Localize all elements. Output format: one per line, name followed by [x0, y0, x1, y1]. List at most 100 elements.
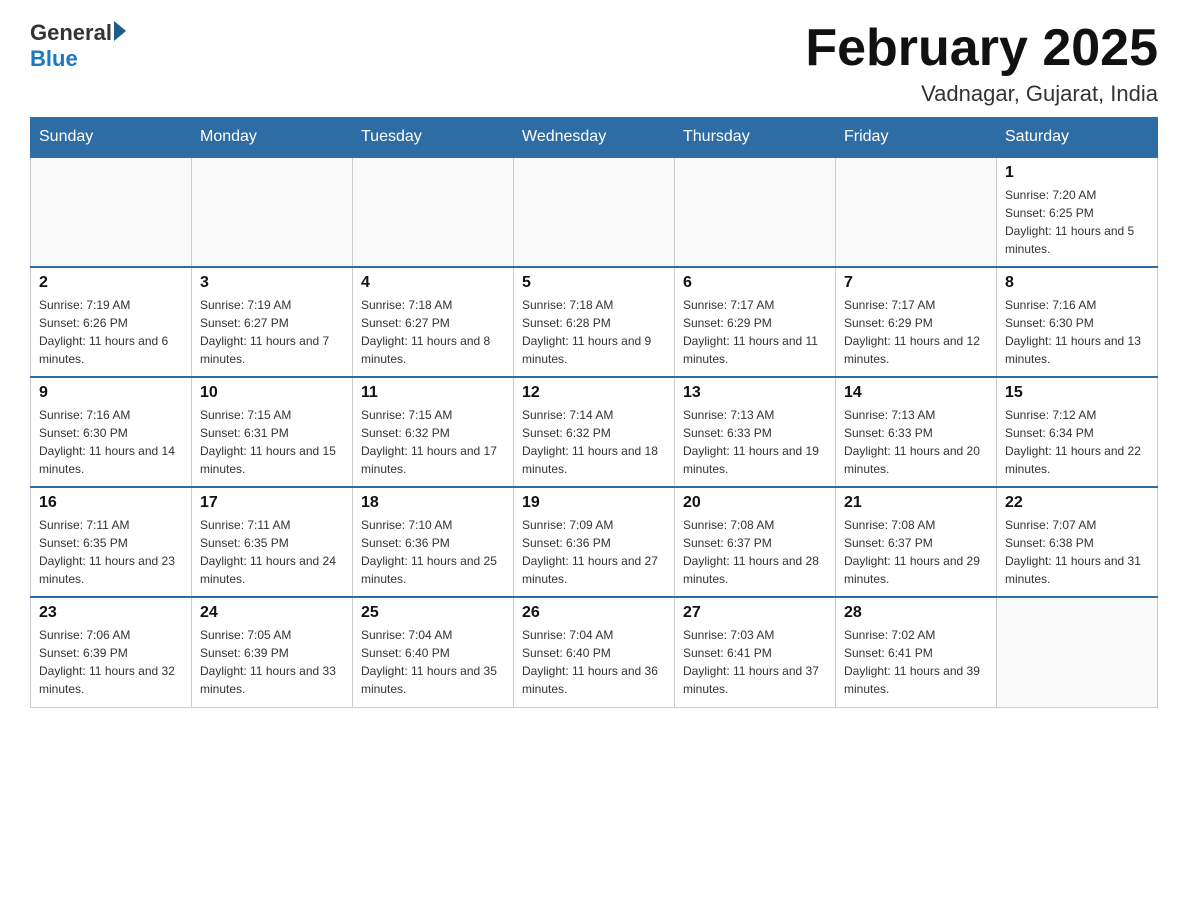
table-row: [514, 157, 675, 267]
table-row: 15 Sunrise: 7:12 AMSunset: 6:34 PMDayligh…: [997, 377, 1158, 487]
day-info: Sunrise: 7:19 AMSunset: 6:27 PMDaylight:…: [200, 298, 329, 366]
day-info: Sunrise: 7:04 AMSunset: 6:40 PMDaylight:…: [361, 628, 497, 696]
logo-text-general: General: [30, 20, 112, 46]
day-info: Sunrise: 7:13 AMSunset: 6:33 PMDaylight:…: [844, 408, 980, 476]
day-info: Sunrise: 7:09 AMSunset: 6:36 PMDaylight:…: [522, 518, 658, 586]
month-title: February 2025: [805, 20, 1158, 77]
day-info: Sunrise: 7:18 AMSunset: 6:27 PMDaylight:…: [361, 298, 490, 366]
table-row: 4 Sunrise: 7:18 AMSunset: 6:27 PMDaylight…: [353, 267, 514, 377]
table-row: 13 Sunrise: 7:13 AMSunset: 6:33 PMDayligh…: [675, 377, 836, 487]
day-number: 12: [522, 384, 666, 402]
day-info: Sunrise: 7:12 AMSunset: 6:34 PMDaylight:…: [1005, 408, 1141, 476]
day-info: Sunrise: 7:16 AMSunset: 6:30 PMDaylight:…: [39, 408, 175, 476]
day-number: 24: [200, 604, 344, 622]
header-friday: Friday: [836, 118, 997, 158]
day-info: Sunrise: 7:06 AMSunset: 6:39 PMDaylight:…: [39, 628, 175, 696]
table-row: [997, 597, 1158, 707]
location-subtitle: Vadnagar, Gujarat, India: [805, 81, 1158, 107]
day-info: Sunrise: 7:17 AMSunset: 6:29 PMDaylight:…: [683, 298, 818, 366]
day-number: 4: [361, 274, 505, 292]
table-row: 10 Sunrise: 7:15 AMSunset: 6:31 PMDayligh…: [192, 377, 353, 487]
day-number: 23: [39, 604, 183, 622]
day-info: Sunrise: 7:15 AMSunset: 6:31 PMDaylight:…: [200, 408, 336, 476]
header-wednesday: Wednesday: [514, 118, 675, 158]
day-number: 26: [522, 604, 666, 622]
day-number: 15: [1005, 384, 1149, 402]
table-row: [675, 157, 836, 267]
day-number: 7: [844, 274, 988, 292]
day-info: Sunrise: 7:13 AMSunset: 6:33 PMDaylight:…: [683, 408, 819, 476]
calendar-week-5: 23 Sunrise: 7:06 AMSunset: 6:39 PMDayligh…: [31, 597, 1158, 707]
page-header: General Blue February 2025 Vadnagar, Guj…: [30, 20, 1158, 107]
header-saturday: Saturday: [997, 118, 1158, 158]
calendar-week-3: 9 Sunrise: 7:16 AMSunset: 6:30 PMDaylight…: [31, 377, 1158, 487]
day-number: 5: [522, 274, 666, 292]
day-info: Sunrise: 7:20 AMSunset: 6:25 PMDaylight:…: [1005, 188, 1134, 256]
day-number: 2: [39, 274, 183, 292]
day-number: 16: [39, 494, 183, 512]
day-number: 13: [683, 384, 827, 402]
day-info: Sunrise: 7:19 AMSunset: 6:26 PMDaylight:…: [39, 298, 168, 366]
day-info: Sunrise: 7:07 AMSunset: 6:38 PMDaylight:…: [1005, 518, 1141, 586]
table-row: 5 Sunrise: 7:18 AMSunset: 6:28 PMDaylight…: [514, 267, 675, 377]
day-number: 22: [1005, 494, 1149, 512]
day-info: Sunrise: 7:10 AMSunset: 6:36 PMDaylight:…: [361, 518, 497, 586]
table-row: 9 Sunrise: 7:16 AMSunset: 6:30 PMDaylight…: [31, 377, 192, 487]
table-row: 11 Sunrise: 7:15 AMSunset: 6:32 PMDayligh…: [353, 377, 514, 487]
day-number: 3: [200, 274, 344, 292]
table-row: 6 Sunrise: 7:17 AMSunset: 6:29 PMDaylight…: [675, 267, 836, 377]
day-number: 10: [200, 384, 344, 402]
calendar-week-4: 16Sunrise: 7:11 AMSunset: 6:35 PMDayligh…: [31, 487, 1158, 597]
day-number: 27: [683, 604, 827, 622]
header-thursday: Thursday: [675, 118, 836, 158]
table-row: 27Sunrise: 7:03 AMSunset: 6:41 PMDayligh…: [675, 597, 836, 707]
table-row: 16Sunrise: 7:11 AMSunset: 6:35 PMDayligh…: [31, 487, 192, 597]
table-row: 3 Sunrise: 7:19 AMSunset: 6:27 PMDaylight…: [192, 267, 353, 377]
title-section: February 2025 Vadnagar, Gujarat, India: [805, 20, 1158, 107]
table-row: 19 Sunrise: 7:09 AMSunset: 6:36 PMDayligh…: [514, 487, 675, 597]
table-row: 12 Sunrise: 7:14 AMSunset: 6:32 PMDayligh…: [514, 377, 675, 487]
day-info: Sunrise: 7:18 AMSunset: 6:28 PMDaylight:…: [522, 298, 651, 366]
header-monday: Monday: [192, 118, 353, 158]
day-number: 9: [39, 384, 183, 402]
table-row: [192, 157, 353, 267]
table-row: 23 Sunrise: 7:06 AMSunset: 6:39 PMDayligh…: [31, 597, 192, 707]
header-sunday: Sunday: [31, 118, 192, 158]
table-row: 20Sunrise: 7:08 AMSunset: 6:37 PMDayligh…: [675, 487, 836, 597]
day-number: 1: [1005, 164, 1149, 182]
day-info: Sunrise: 7:14 AMSunset: 6:32 PMDaylight:…: [522, 408, 658, 476]
table-row: [836, 157, 997, 267]
calendar-week-2: 2 Sunrise: 7:19 AMSunset: 6:26 PMDaylight…: [31, 267, 1158, 377]
table-row: 18 Sunrise: 7:10 AMSunset: 6:36 PMDayligh…: [353, 487, 514, 597]
day-number: 11: [361, 384, 505, 402]
table-row: 24Sunrise: 7:05 AMSunset: 6:39 PMDayligh…: [192, 597, 353, 707]
day-number: 14: [844, 384, 988, 402]
logo-text-blue: Blue: [30, 46, 78, 72]
day-number: 25: [361, 604, 505, 622]
day-number: 28: [844, 604, 988, 622]
day-number: 18: [361, 494, 505, 512]
logo-arrow-icon: [114, 21, 126, 41]
day-number: 19: [522, 494, 666, 512]
table-row: 25 Sunrise: 7:04 AMSunset: 6:40 PMDayligh…: [353, 597, 514, 707]
table-row: 7 Sunrise: 7:17 AMSunset: 6:29 PMDaylight…: [836, 267, 997, 377]
table-row: 1 Sunrise: 7:20 AMSunset: 6:25 PMDaylight…: [997, 157, 1158, 267]
table-row: 14 Sunrise: 7:13 AMSunset: 6:33 PMDayligh…: [836, 377, 997, 487]
table-row: [353, 157, 514, 267]
table-row: 28 Sunrise: 7:02 AMSunset: 6:41 PMDayligh…: [836, 597, 997, 707]
calendar-table: Sunday Monday Tuesday Wednesday Thursday…: [30, 117, 1158, 708]
table-row: [31, 157, 192, 267]
day-info: Sunrise: 7:15 AMSunset: 6:32 PMDaylight:…: [361, 408, 497, 476]
calendar-header-row: Sunday Monday Tuesday Wednesday Thursday…: [31, 118, 1158, 158]
calendar-week-1: 1 Sunrise: 7:20 AMSunset: 6:25 PMDaylight…: [31, 157, 1158, 267]
day-info: Sunrise: 7:16 AMSunset: 6:30 PMDaylight:…: [1005, 298, 1141, 366]
table-row: 22 Sunrise: 7:07 AMSunset: 6:38 PMDayligh…: [997, 487, 1158, 597]
day-info: Sunrise: 7:08 AMSunset: 6:37 PMDaylight:…: [683, 518, 819, 586]
day-info: Sunrise: 7:04 AMSunset: 6:40 PMDaylight:…: [522, 628, 658, 696]
day-info: Sunrise: 7:17 AMSunset: 6:29 PMDaylight:…: [844, 298, 980, 366]
table-row: 21Sunrise: 7:08 AMSunset: 6:37 PMDayligh…: [836, 487, 997, 597]
day-info: Sunrise: 7:08 AMSunset: 6:37 PMDaylight:…: [844, 518, 980, 586]
table-row: 2 Sunrise: 7:19 AMSunset: 6:26 PMDaylight…: [31, 267, 192, 377]
day-number: 6: [683, 274, 827, 292]
day-info: Sunrise: 7:02 AMSunset: 6:41 PMDaylight:…: [844, 628, 980, 696]
